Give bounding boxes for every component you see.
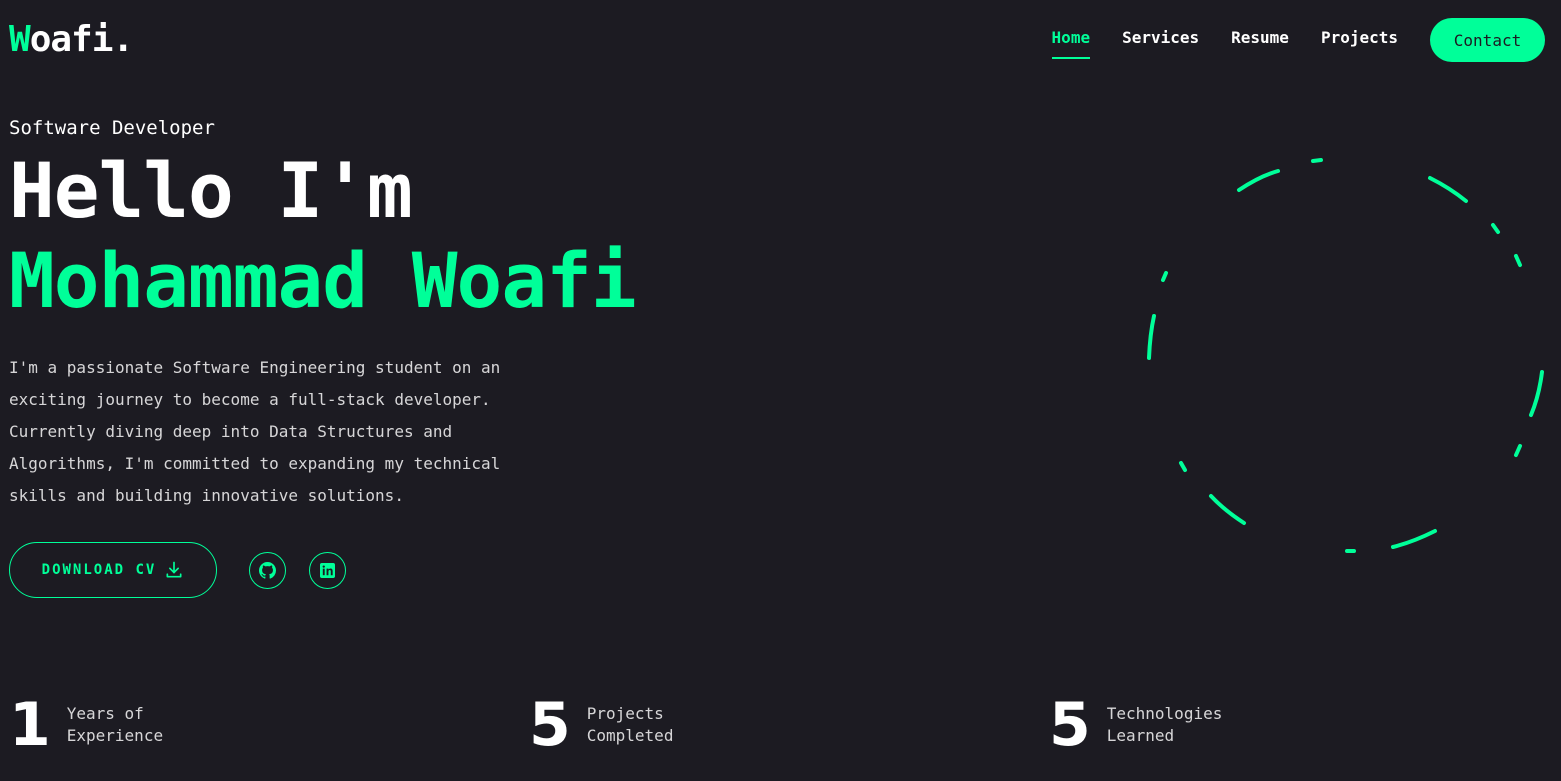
- logo[interactable]: Woafi.: [9, 18, 134, 62]
- stat-projects: 5 Projects Completed: [529, 690, 767, 760]
- github-link[interactable]: [249, 551, 286, 589]
- stat-number: 1: [9, 690, 51, 760]
- download-cv-button[interactable]: DOWNLOAD CV: [9, 542, 217, 598]
- stat-label: Technologies Learned: [1107, 703, 1287, 747]
- hero-name: Mohammad Woafi: [9, 236, 637, 325]
- nav-link-resume[interactable]: Resume: [1231, 27, 1289, 53]
- stat-number: 5: [529, 690, 571, 760]
- stat-label: Years of Experience: [67, 703, 247, 747]
- hero-actions: DOWNLOAD CV: [9, 542, 346, 598]
- hero-section: Software Developer Hello I'm Mohammad Wo…: [9, 110, 709, 528]
- stat-experience: 1 Years of Experience: [9, 690, 247, 760]
- github-icon: [259, 561, 276, 579]
- stat-label-line: Projects: [586, 704, 664, 723]
- download-icon: [166, 561, 182, 578]
- stat-label-line: Completed: [586, 726, 674, 745]
- contact-button[interactable]: Contact: [1430, 18, 1545, 62]
- nav-link-home[interactable]: Home: [1051, 27, 1090, 59]
- hero-greeting: Hello I'm: [9, 146, 413, 235]
- stat-label-line: Learned: [1106, 726, 1175, 745]
- hero-subtitle: Software Developer: [9, 117, 215, 139]
- linkedin-icon: [320, 562, 335, 578]
- decorative-dashed-ring: [1147, 158, 1544, 553]
- logo-letter: W: [9, 19, 31, 60]
- linkedin-link[interactable]: [309, 551, 346, 589]
- main-nav: Home Services Resume Projects Contact: [1020, 18, 1545, 62]
- stat-label: Projects Completed: [587, 703, 767, 747]
- site-header: Woafi. Home Services Resume Projects Con…: [0, 0, 1561, 80]
- nav-link-services[interactable]: Services: [1122, 27, 1199, 53]
- hero-bio: I'm a passionate Software Engineering st…: [9, 358, 501, 505]
- logo-text: oafi.: [29, 19, 134, 60]
- stat-technologies: 5 Technologies Learned: [1049, 690, 1287, 760]
- stat-number: 5: [1049, 690, 1091, 760]
- hero-headline: Hello I'm Mohammad Woafi: [9, 146, 709, 326]
- nav-link-projects[interactable]: Projects: [1321, 27, 1398, 53]
- stat-label-line: Years of: [66, 704, 144, 723]
- download-cv-label: DOWNLOAD CV: [41, 562, 157, 578]
- stat-label-line: Technologies: [1106, 704, 1223, 723]
- stat-label-line: Experience: [66, 726, 164, 745]
